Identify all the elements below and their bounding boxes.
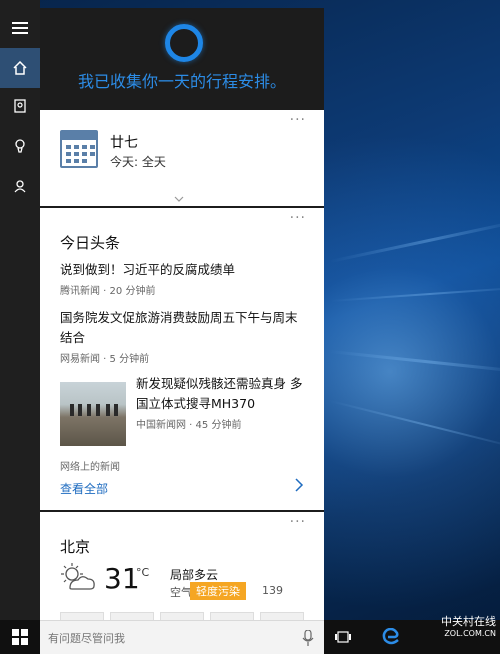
cortana-sidebar (0, 0, 40, 620)
weather-unit: °C (136, 566, 150, 579)
news-card: ··· 今日头条 说到做到！习近平的反腐成绩单 腾讯新闻 · 20 分钟前 国务… (40, 208, 324, 510)
microphone-icon[interactable] (302, 630, 314, 646)
weather-more-button[interactable]: ··· (290, 514, 306, 530)
hamburger-menu-icon[interactable] (0, 8, 40, 48)
news-source: 网易新闻 · 5 分钟前 (60, 354, 150, 365)
news-headline-cont[interactable]: 国立体式搜寻MH370 (136, 394, 255, 414)
cortana-panel: 我已收集你一天的行程安排。 ··· 廿七 今天: 全天 ··· 今日头条 说到做… (40, 8, 324, 620)
feedback-icon[interactable] (0, 166, 40, 206)
news-headline-cont[interactable]: 结合 (60, 328, 85, 348)
home-icon[interactable] (0, 48, 40, 88)
air-quality-label: 空气 (170, 586, 192, 599)
weather-city: 北京 (60, 538, 91, 556)
cortana-ring-icon[interactable] (165, 24, 203, 62)
see-all-link[interactable]: 查看全部 (60, 480, 108, 497)
weather-condition: 局部多云 (170, 568, 219, 582)
reminders-icon[interactable] (0, 126, 40, 166)
edge-button[interactable] (376, 620, 406, 654)
calendar-date: 廿七 (110, 135, 138, 151)
news-source: 中国新闻网 · 45 分钟前 (136, 420, 242, 431)
start-button[interactable] (0, 620, 40, 654)
news-source: 腾讯新闻 · 20 分钟前 (60, 286, 156, 297)
forecast-day (260, 612, 304, 620)
search-box[interactable] (40, 620, 324, 654)
weather-temperature: 31 (104, 562, 140, 595)
cortana-greeting: 我已收集你一天的行程安排。 (77, 72, 286, 91)
air-quality-index: 139 (262, 584, 283, 597)
air-quality-badge: 轻度污染 (190, 582, 246, 600)
news-more-button[interactable]: ··· (290, 210, 306, 226)
news-headline[interactable]: 国务院发文促旅游消费鼓励周五下午与周末 (60, 308, 298, 328)
task-view-icon (335, 631, 351, 643)
news-headline[interactable]: 新发现疑似残骸还需验真身 多 (136, 374, 302, 394)
news-thumbnail[interactable] (60, 382, 126, 446)
calendar-card[interactable]: ··· 廿七 今天: 全天 (40, 110, 324, 206)
news-title: 今日头条 (60, 234, 121, 252)
news-footer-label: 网络上的新闻 (60, 462, 120, 473)
calendar-more-button[interactable]: ··· (290, 112, 306, 128)
forecast-day (110, 612, 154, 620)
chevron-down-icon[interactable] (174, 194, 184, 204)
edge-icon (382, 628, 399, 645)
forecast-day (160, 612, 204, 620)
calendar-icon (60, 130, 98, 168)
notebook-icon[interactable] (0, 86, 40, 126)
forecast-day (60, 612, 104, 620)
forecast-day (210, 612, 254, 620)
weather-card[interactable]: ··· 北京 31 °C 局部多云 空气 轻度污染 139 (40, 512, 324, 620)
cortana-header: 我已收集你一天的行程安排。 (40, 8, 324, 106)
windows-logo-icon (12, 629, 28, 645)
calendar-today: 今天: 全天 (110, 155, 166, 169)
task-view-button[interactable] (328, 620, 358, 654)
news-headline[interactable]: 说到做到！习近平的反腐成绩单 (60, 260, 235, 280)
watermark: 中关村在线 ZOL.COM.CN (441, 615, 496, 639)
partly-cloudy-icon (61, 563, 95, 590)
chevron-right-icon[interactable] (294, 478, 304, 492)
search-input[interactable] (48, 629, 288, 647)
